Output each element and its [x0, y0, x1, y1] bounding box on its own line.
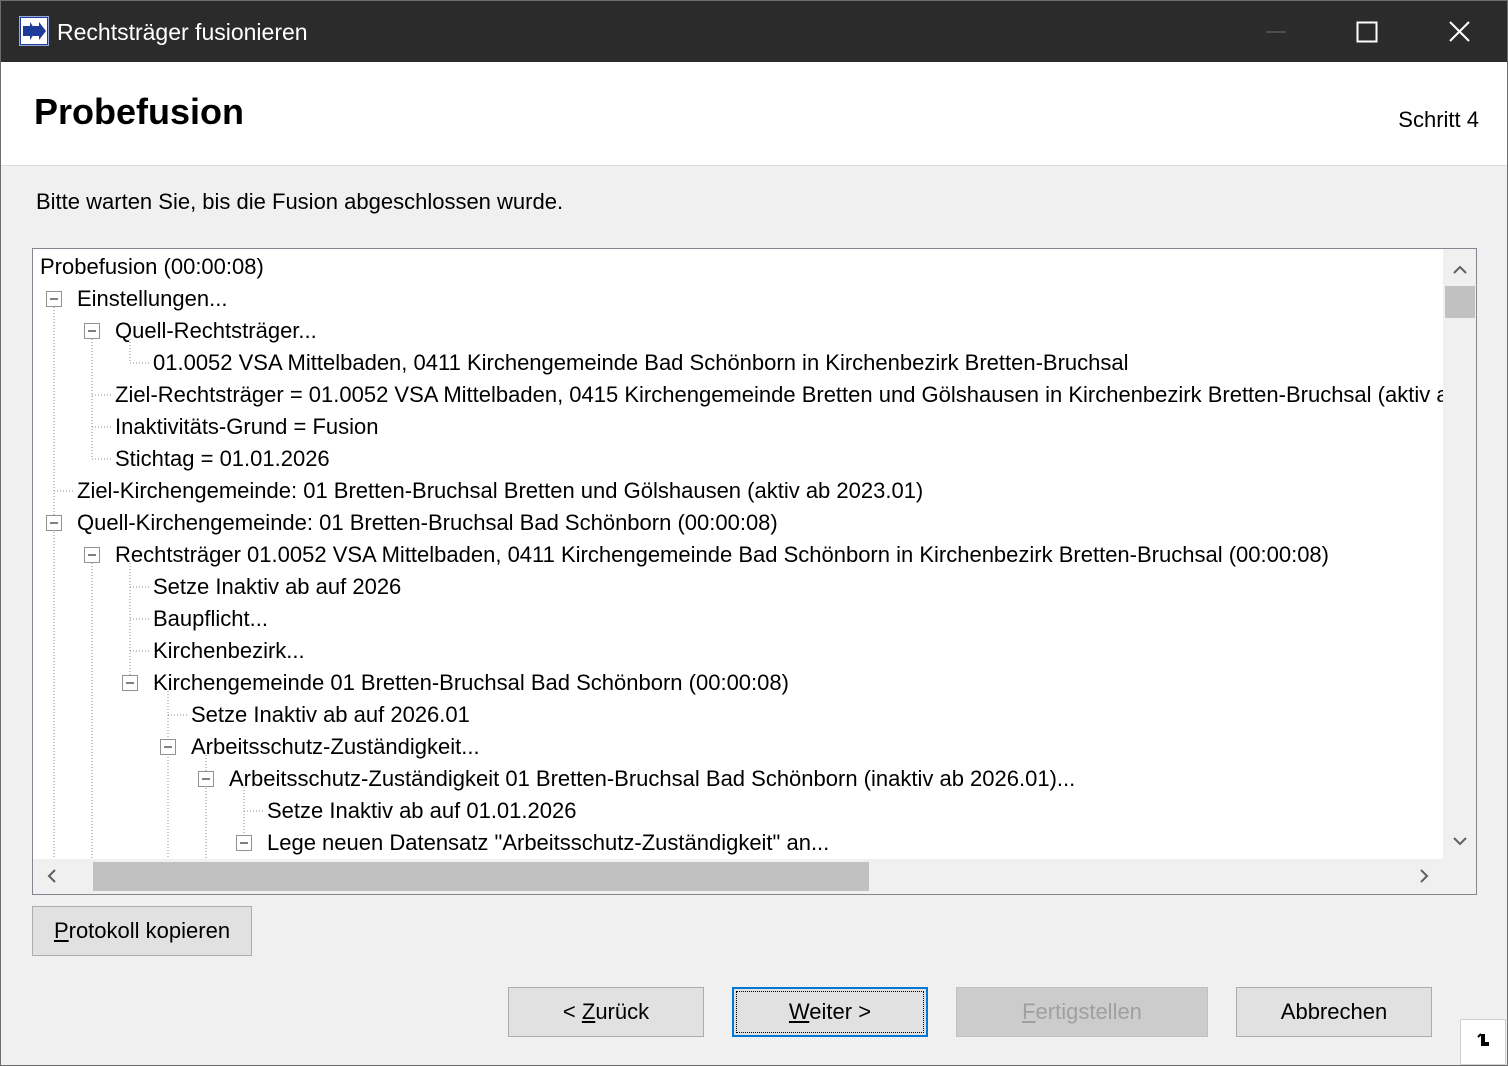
title-bar[interactable]: Rechtsträger fusionieren [1, 1, 1507, 62]
copy-log-button[interactable]: Protokoll kopieren [32, 906, 252, 956]
button-label: urück [595, 999, 650, 1024]
tree-node[interactable]: 01.0052 VSA Mittelbaden, 0411 Kirchengem… [153, 347, 1129, 379]
mnemonic-letter: Z [581, 999, 596, 1024]
instruction-text: Bitte warten Sie, bis die Fusion abgesch… [36, 189, 564, 214]
scroll-down-icon[interactable] [1443, 823, 1476, 859]
step-indicator: Schritt 4 [1398, 107, 1479, 132]
tree-node[interactable]: Kirchengemeinde 01 Bretten-Bruchsal Bad … [153, 667, 789, 699]
tree-node[interactable]: Kirchenbezirk... [153, 635, 305, 667]
tree-node[interactable]: Quell-Rechtsträger... [115, 315, 317, 347]
button-label: ertigstellen [1035, 999, 1142, 1024]
merge-arrows-icon [19, 16, 49, 46]
log-tree-view[interactable]: Probefusion (00:00:08) Einstellungen... … [32, 248, 1477, 895]
wizard-window: Rechtsträger fusionieren Probefusion Sch… [0, 0, 1508, 1066]
resize-grip-icon[interactable] [1460, 1019, 1506, 1065]
collapse-toggle-icon[interactable] [84, 323, 100, 339]
tree-node[interactable]: Baupflicht... [153, 603, 268, 635]
collapse-toggle-icon[interactable] [84, 547, 100, 563]
minimize-button[interactable] [1229, 1, 1321, 62]
button-label: Abbrechen [1280, 999, 1388, 1024]
vertical-scroll-thumb[interactable] [1445, 286, 1475, 318]
button-label: rotokoll kopieren [68, 918, 231, 943]
tree-node[interactable]: Rechtsträger 01.0052 VSA Mittelbaden, 04… [115, 539, 1329, 571]
collapse-toggle-icon[interactable] [46, 291, 62, 307]
close-button[interactable] [1413, 1, 1505, 62]
back-button[interactable]: < Zurück [508, 987, 704, 1037]
horizontal-scrollbar[interactable] [33, 859, 1443, 894]
wizard-header: Probefusion Schritt 4 [1, 62, 1507, 166]
scroll-left-icon[interactable] [33, 859, 69, 894]
button-label-prefix: < [562, 999, 582, 1024]
tree-node[interactable]: Arbeitsschutz-Zuständigkeit... [191, 731, 480, 763]
page-title: Probefusion [34, 91, 245, 132]
tree-node[interactable]: Ziel-Rechtsträger = 01.0052 VSA Mittelba… [115, 379, 1443, 411]
mnemonic-letter: F [1022, 999, 1036, 1024]
finish-button[interactable]: Fertigstellen [956, 987, 1208, 1037]
vertical-scrollbar[interactable] [1443, 249, 1476, 859]
next-button[interactable]: Weiter > [732, 987, 928, 1037]
mnemonic-letter: P [53, 918, 69, 943]
tree-node[interactable]: Probefusion (00:00:08) [40, 251, 264, 283]
window-title: Rechtsträger fusionieren [57, 19, 308, 45]
tree-node[interactable]: Ziel-Kirchengemeinde: 01 Bretten-Bruchsa… [77, 475, 923, 507]
tree-node[interactable]: Lege neuen Datensatz "Arbeitsschutz-Zust… [267, 827, 829, 859]
tree-node[interactable]: Arbeitsschutz-Zuständigkeit 01 Bretten-B… [229, 763, 1075, 795]
tree-node[interactable]: Quell-Kirchengemeinde: 01 Bretten-Bruchs… [77, 507, 778, 539]
horizontal-scroll-thumb[interactable] [93, 862, 869, 891]
focus-rectangle [736, 991, 924, 1033]
maximize-button[interactable] [1321, 1, 1413, 62]
collapse-toggle-icon[interactable] [46, 515, 62, 531]
collapse-toggle-icon[interactable] [122, 675, 138, 691]
scroll-up-icon[interactable] [1443, 249, 1476, 285]
tree-node[interactable]: Setze Inaktiv ab auf 2026.01 [191, 699, 470, 731]
tree-node[interactable]: Setze Inaktiv ab auf 01.01.2026 [267, 795, 576, 827]
scroll-right-icon[interactable] [1407, 859, 1443, 894]
cancel-button[interactable]: Abbrechen [1236, 987, 1432, 1037]
log-tree-content[interactable]: Probefusion (00:00:08) Einstellungen... … [33, 249, 1443, 859]
scrollbar-corner [1443, 859, 1476, 894]
tree-node[interactable]: Einstellungen... [77, 283, 227, 315]
collapse-toggle-icon[interactable] [198, 771, 214, 787]
collapse-toggle-icon[interactable] [160, 739, 176, 755]
tree-node[interactable]: Inaktivitäts-Grund = Fusion [115, 411, 379, 443]
tree-node[interactable]: Stichtag = 01.01.2026 [115, 443, 330, 475]
collapse-toggle-icon[interactable] [236, 835, 252, 851]
tree-node[interactable]: Setze Inaktiv ab auf 2026 [153, 571, 401, 603]
